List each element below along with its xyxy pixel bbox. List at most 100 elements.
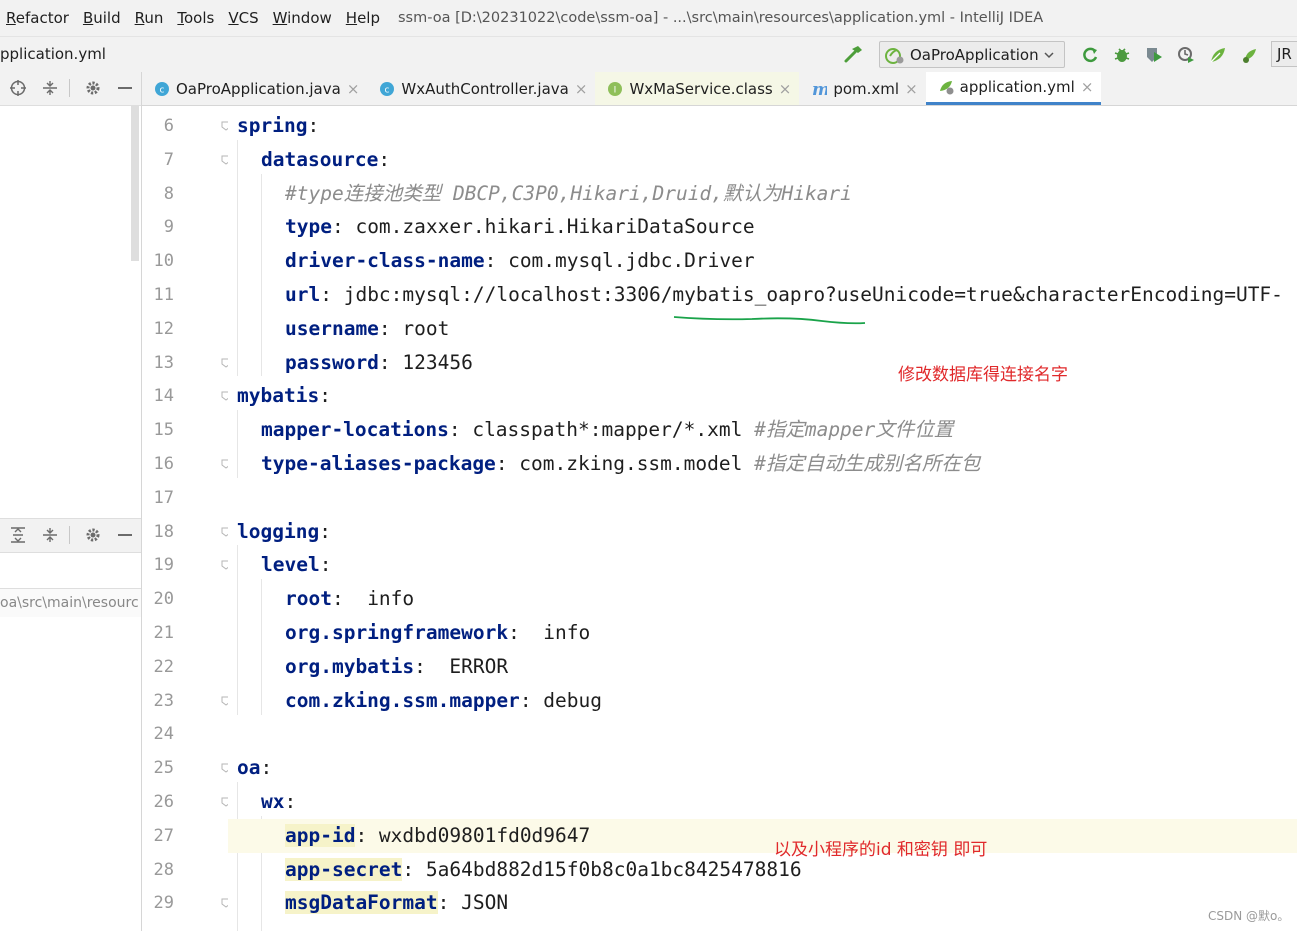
tab-wxauthcontroller[interactable]: c WxAuthController.java × xyxy=(367,72,595,105)
yaml-comment: #type连接池类型 DBCP,C3P0,Hikari,Druid,默认为Hik… xyxy=(285,181,852,205)
tab-label: application.yml xyxy=(959,78,1075,96)
expand-all-icon[interactable] xyxy=(9,526,27,544)
jre-selector[interactable]: JR xyxy=(1271,41,1297,67)
code-line: root: info xyxy=(228,582,1297,616)
line-number: 26 xyxy=(153,792,174,812)
tab-pom[interactable]: m pom.xml × xyxy=(799,72,925,105)
spring-tool-icon[interactable] xyxy=(1240,45,1260,65)
code-line: com.zking.ssm.mapper: debug xyxy=(228,684,1297,718)
project-panel-toolbar xyxy=(0,72,141,106)
menu-tools[interactable]: Tools xyxy=(171,9,222,27)
code-line: msgDataFormat: JSON xyxy=(228,886,1297,920)
yaml-key: org.mybatis xyxy=(285,654,415,678)
code-line: org.springframework: info xyxy=(228,616,1297,650)
yaml-value: : xyxy=(307,114,320,137)
collapse-all-icon[interactable] xyxy=(41,79,59,97)
gear-icon[interactable] xyxy=(84,79,102,97)
window-title: ssm-oa [D:\20231022\code\ssm-oa] - ...\s… xyxy=(397,10,1044,26)
yaml-value: : wxdbd09801fd0d9647 xyxy=(355,823,591,847)
code-line: driver-class-name: com.mysql.jdbc.Driver xyxy=(228,244,1297,278)
spring-boot-icon xyxy=(885,47,904,64)
toolbar-divider xyxy=(69,79,70,97)
svg-text:I: I xyxy=(614,85,617,95)
chevron-down-icon xyxy=(1044,51,1054,58)
line-number: 6 xyxy=(163,116,174,136)
collapse-all-icon[interactable] xyxy=(41,526,59,544)
close-icon[interactable]: × xyxy=(1081,78,1094,96)
tab-application[interactable]: application.yml × xyxy=(925,72,1102,105)
minimize-icon[interactable] xyxy=(116,526,134,544)
tab-label: OaProApplication.java xyxy=(176,79,341,98)
line-number: 9 xyxy=(163,217,174,238)
yaml-key: password xyxy=(285,350,379,374)
yaml-key: mapper-locations xyxy=(261,418,449,442)
yaml-value: : com.mysql.jdbc.Driver xyxy=(484,249,755,273)
rerun-icon[interactable] xyxy=(1080,45,1100,65)
menu-help[interactable]: Help xyxy=(340,9,388,27)
yaml-key: username xyxy=(285,316,379,340)
maven-icon: m xyxy=(812,81,827,97)
code-line: datasource: xyxy=(228,143,1297,177)
yaml-key: app-id xyxy=(285,823,356,847)
yaml-value: : jdbc:mysql://localhost:3306/mybatis_oa… xyxy=(320,283,1283,306)
line-number: 8 xyxy=(163,183,174,204)
close-icon[interactable]: × xyxy=(575,80,588,98)
yaml-value: : debug xyxy=(519,688,602,712)
menu-build[interactable]: Build xyxy=(77,9,129,27)
yaml-comment: #指定自动生成别名所在包 xyxy=(754,452,981,475)
menu-refactor[interactable]: Refactor xyxy=(0,9,77,27)
menu-window[interactable]: Window xyxy=(267,9,340,27)
menu-run[interactable]: Run xyxy=(129,9,172,27)
close-icon[interactable]: × xyxy=(905,80,918,98)
wx-annotation: 以及小程序的id 和密钥 即可 xyxy=(774,840,988,860)
gear-icon[interactable] xyxy=(84,526,102,544)
code-editor[interactable]: spring: datasource: #type连接池类型 DBCP,C3P0,H… xyxy=(228,106,1297,931)
code-line: type-aliases-package: com.zking.ssm.mode… xyxy=(228,447,1297,481)
line-number: 13 xyxy=(153,352,174,373)
svg-text:c: c xyxy=(385,85,390,95)
close-icon[interactable]: × xyxy=(779,80,792,98)
project-tool-window: oa\src\main\resourc xyxy=(0,72,142,931)
profiler-icon[interactable] xyxy=(1176,45,1196,65)
yaml-key: root xyxy=(285,587,332,611)
yaml-value: : classpath*:mapper/*.xml xyxy=(448,418,755,442)
code-line: spring: xyxy=(228,109,1297,143)
yaml-key: datasource xyxy=(261,147,379,171)
breadcrumb-file[interactable]: pplication.yml xyxy=(0,45,106,63)
locate-target-icon[interactable] xyxy=(9,79,27,97)
spring-deploy-icon[interactable] xyxy=(1208,45,1228,65)
structure-panel-toolbar xyxy=(0,518,141,553)
debug-icon[interactable] xyxy=(1112,45,1132,65)
tab-oaproapplication[interactable]: c OaProApplication.java × xyxy=(142,72,367,105)
class-icon: c xyxy=(155,81,169,96)
run-with-coverage-icon[interactable] xyxy=(1144,45,1164,65)
line-number: 27 xyxy=(153,825,174,846)
yaml-value: : info xyxy=(331,587,415,611)
yaml-value: : xyxy=(378,147,391,171)
project-tree-scrollbar[interactable] xyxy=(131,106,139,261)
yaml-value: : 5a64bd882d15f0b8c0a1bc8425478816 xyxy=(402,857,802,881)
interface-icon: I xyxy=(608,81,623,96)
yaml-key: msgDataFormat xyxy=(285,891,438,915)
editor-tab-bar: c OaProApplication.java × c WxAuthController… xyxy=(142,72,1297,106)
line-number: 16 xyxy=(153,454,174,474)
line-number: 17 xyxy=(153,487,174,508)
class-icon: c xyxy=(380,81,395,96)
close-icon[interactable]: × xyxy=(347,80,360,98)
tab-label: pom.xml xyxy=(833,79,900,98)
menu-vcs[interactable]: VCS xyxy=(222,9,266,27)
minimize-icon[interactable] xyxy=(116,79,134,97)
line-number: 15 xyxy=(153,420,174,441)
line-number: 22 xyxy=(153,656,174,677)
run-configuration-select[interactable]: OaProApplication xyxy=(879,41,1065,68)
line-number: 29 xyxy=(153,893,174,914)
menu-items: Refactor Build Run Tools VCS Window Help xyxy=(0,9,388,27)
spring-yml-icon xyxy=(939,81,954,95)
line-number: 7 xyxy=(163,149,174,170)
line-number: 20 xyxy=(153,589,174,610)
build-hammer-icon[interactable] xyxy=(843,44,865,64)
tab-wxmaservice[interactable]: I WxMaService.class × xyxy=(595,72,800,105)
code-line: logging: xyxy=(228,515,1297,549)
yaml-value: : com.zking.ssm.model xyxy=(495,452,755,475)
